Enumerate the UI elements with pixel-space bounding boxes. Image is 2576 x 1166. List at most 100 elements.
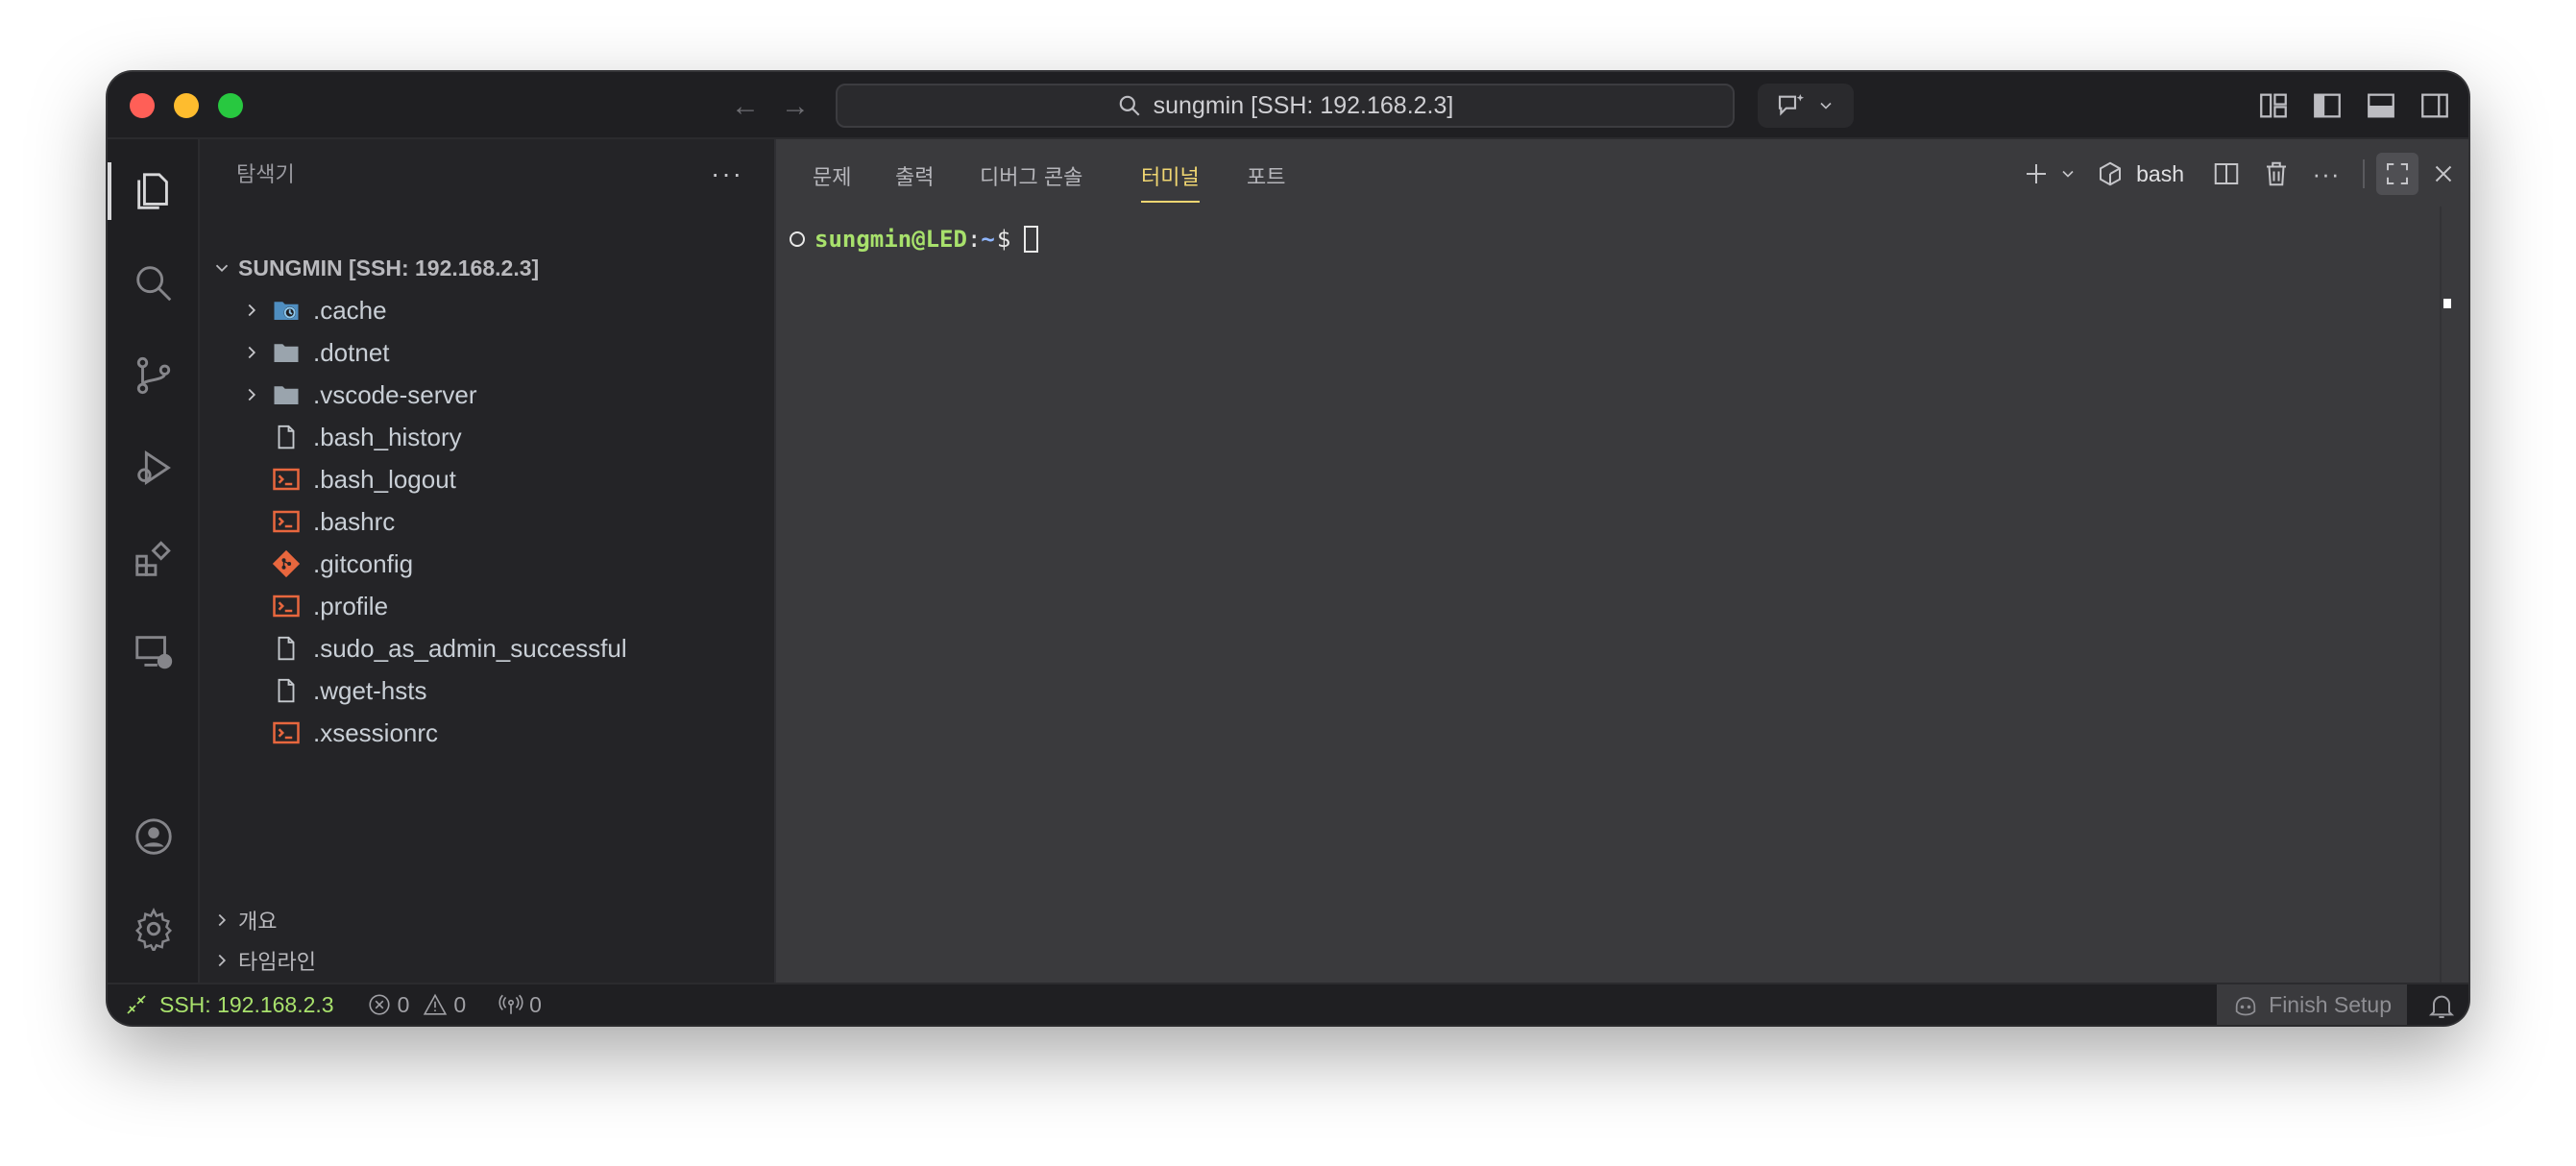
terminal-cursor [1024, 226, 1039, 253]
tree-item-label: .bash_history [313, 422, 462, 451]
customize-layout-icon[interactable] [2257, 89, 2290, 122]
remote-explorer-icon[interactable] [108, 612, 200, 692]
command-center[interactable]: sungmin [SSH: 192.168.2.3] [836, 84, 1735, 128]
warning-count: 0 [453, 991, 467, 1017]
tree-item-cache[interactable]: .cache [200, 289, 774, 331]
workspace-root[interactable]: SUNGMIN [SSH: 192.168.2.3] [200, 247, 774, 289]
new-terminal-plus-icon[interactable] [2017, 153, 2055, 195]
tree-item-label: .gitconfig [313, 548, 414, 578]
chat-button[interactable] [1758, 84, 1854, 128]
tree-item-profile[interactable]: .profile [200, 585, 774, 627]
tree-item-bash-logout[interactable]: .bash_logout [200, 458, 774, 500]
vscode-window: ← → sungmin [SSH: 192.168.2.3] 탐색기 ··· S… [108, 72, 2468, 1025]
cache-folder-icon [269, 293, 304, 328]
finish-setup-button[interactable]: Finish Setup [2217, 984, 2407, 1025]
terminal-name[interactable]: bash [2136, 161, 2184, 187]
back-arrow-icon[interactable]: ← [726, 87, 765, 126]
panel-tabs: 문제 출력 디버그 콘솔 터미널 포트 bash ··· [776, 139, 2468, 206]
tree-item-label: .wget-hsts [313, 675, 427, 705]
ports-indicator[interactable]: 0 [498, 992, 542, 1018]
remote-indicator[interactable]: SSH: 192.168.2.3 [125, 992, 334, 1018]
split-terminal-icon[interactable] [2201, 153, 2251, 195]
settings-gear-icon[interactable] [108, 888, 200, 969]
status-bar: SSH: 192.168.2.3 0 0 0 Finish Setup [108, 983, 2468, 1025]
tab-problems[interactable]: 문제 [813, 160, 851, 201]
tab-terminal[interactable]: 터미널 [1141, 160, 1200, 203]
command-decoration-icon [790, 231, 805, 247]
toggle-primary-sidebar-icon[interactable] [2311, 89, 2344, 122]
extensions-icon[interactable] [108, 520, 200, 600]
forward-arrow-icon[interactable]: → [776, 87, 814, 126]
folder-icon [269, 377, 304, 412]
remote-icon [127, 995, 146, 1014]
more-actions-icon[interactable]: ··· [711, 158, 743, 189]
explorer-icon[interactable] [108, 151, 200, 231]
close-panel-icon[interactable] [2418, 153, 2468, 195]
tree-item-wget-hsts[interactable]: .wget-hsts [200, 669, 774, 712]
chevron-right-icon [234, 335, 269, 370]
shell-script-icon [269, 716, 304, 750]
tab-output[interactable]: 출력 [895, 160, 934, 201]
file-icon [269, 420, 304, 454]
tab-debug-console[interactable]: 디버그 콘솔 [980, 160, 1082, 201]
activity-bar [108, 139, 200, 983]
timeline-section[interactable]: 타임라인 [200, 940, 774, 981]
finish-setup-label: Finish Setup [2269, 991, 2392, 1017]
tree-item-label: .cache [313, 295, 387, 325]
maximize-panel-icon[interactable] [2376, 153, 2418, 195]
remote-label: SSH: 192.168.2.3 [159, 991, 334, 1017]
tree-item-dotnet[interactable]: .dotnet [200, 331, 774, 374]
command-center-label: sungmin [SSH: 192.168.2.3] [1153, 91, 1454, 119]
minimize-window-button[interactable] [174, 93, 199, 118]
folder-icon [269, 335, 304, 370]
run-debug-icon[interactable] [108, 427, 200, 508]
scrollbar-thumb[interactable] [2443, 299, 2451, 308]
divider [2363, 159, 2365, 188]
tree-item-label: .vscode-server [313, 379, 477, 409]
source-control-icon[interactable] [108, 335, 200, 416]
shell-script-icon [269, 462, 304, 497]
trash-icon[interactable] [2251, 153, 2301, 195]
chevron-right-icon [234, 293, 269, 328]
ports-count: 0 [529, 991, 542, 1017]
terminal-profile-icon [2094, 153, 2126, 195]
shell-script-icon [269, 589, 304, 623]
file-icon [269, 631, 304, 666]
tree-item-vscode-server[interactable]: .vscode-server [200, 374, 774, 416]
prompt-symbol: $ [996, 226, 1011, 253]
tree-item-bash-history[interactable]: .bash_history [200, 416, 774, 458]
tree-item-bashrc[interactable]: .bashrc [200, 500, 774, 543]
panel-actions: bash ··· [2017, 153, 2468, 195]
prompt-path: ~ [981, 226, 995, 253]
tree-item-xsessionrc[interactable]: .xsessionrc [200, 712, 774, 754]
prompt-colon: : [966, 226, 982, 253]
close-window-button[interactable] [130, 93, 155, 118]
chevron-down-icon [1820, 102, 1832, 109]
notifications-bell-icon[interactable] [2426, 990, 2457, 1021]
tree-item-sudo-as-admin[interactable]: .sudo_as_admin_successful [200, 627, 774, 669]
terminal-panel: 문제 출력 디버그 콘솔 터미널 포트 bash ··· sungmin@LED… [776, 139, 2468, 983]
file-icon [269, 673, 304, 708]
chevron-down-icon [206, 252, 238, 284]
error-count: 0 [397, 991, 410, 1017]
accounts-icon[interactable] [108, 796, 200, 877]
chat-sparkle-icon [1778, 94, 1805, 116]
sidebar-title: 탐색기 [236, 162, 295, 186]
search-icon [1119, 95, 1140, 116]
chevron-down-icon[interactable] [2055, 153, 2080, 195]
terminal-output[interactable]: sungmin@LED : ~ $ [776, 206, 2468, 983]
title-bar: ← → sungmin [SSH: 192.168.2.3] [108, 72, 2468, 139]
outline-section[interactable]: 개요 [200, 900, 774, 940]
outline-label: 개요 [238, 910, 278, 934]
zoom-window-button[interactable] [218, 93, 243, 118]
copilot-icon [2235, 997, 2256, 1016]
toggle-panel-icon[interactable] [2365, 89, 2397, 122]
terminal-scrollbar[interactable] [2440, 206, 2468, 983]
more-actions-icon[interactable]: ··· [2301, 153, 2351, 195]
tree-item-label: .sudo_as_admin_successful [313, 633, 627, 663]
toggle-secondary-sidebar-icon[interactable] [2418, 89, 2451, 122]
tree-item-gitconfig[interactable]: .gitconfig [200, 543, 774, 585]
search-icon[interactable] [108, 243, 200, 324]
tab-ports[interactable]: 포트 [1247, 160, 1285, 201]
problems-indicator[interactable]: 0 0 [367, 991, 467, 1018]
